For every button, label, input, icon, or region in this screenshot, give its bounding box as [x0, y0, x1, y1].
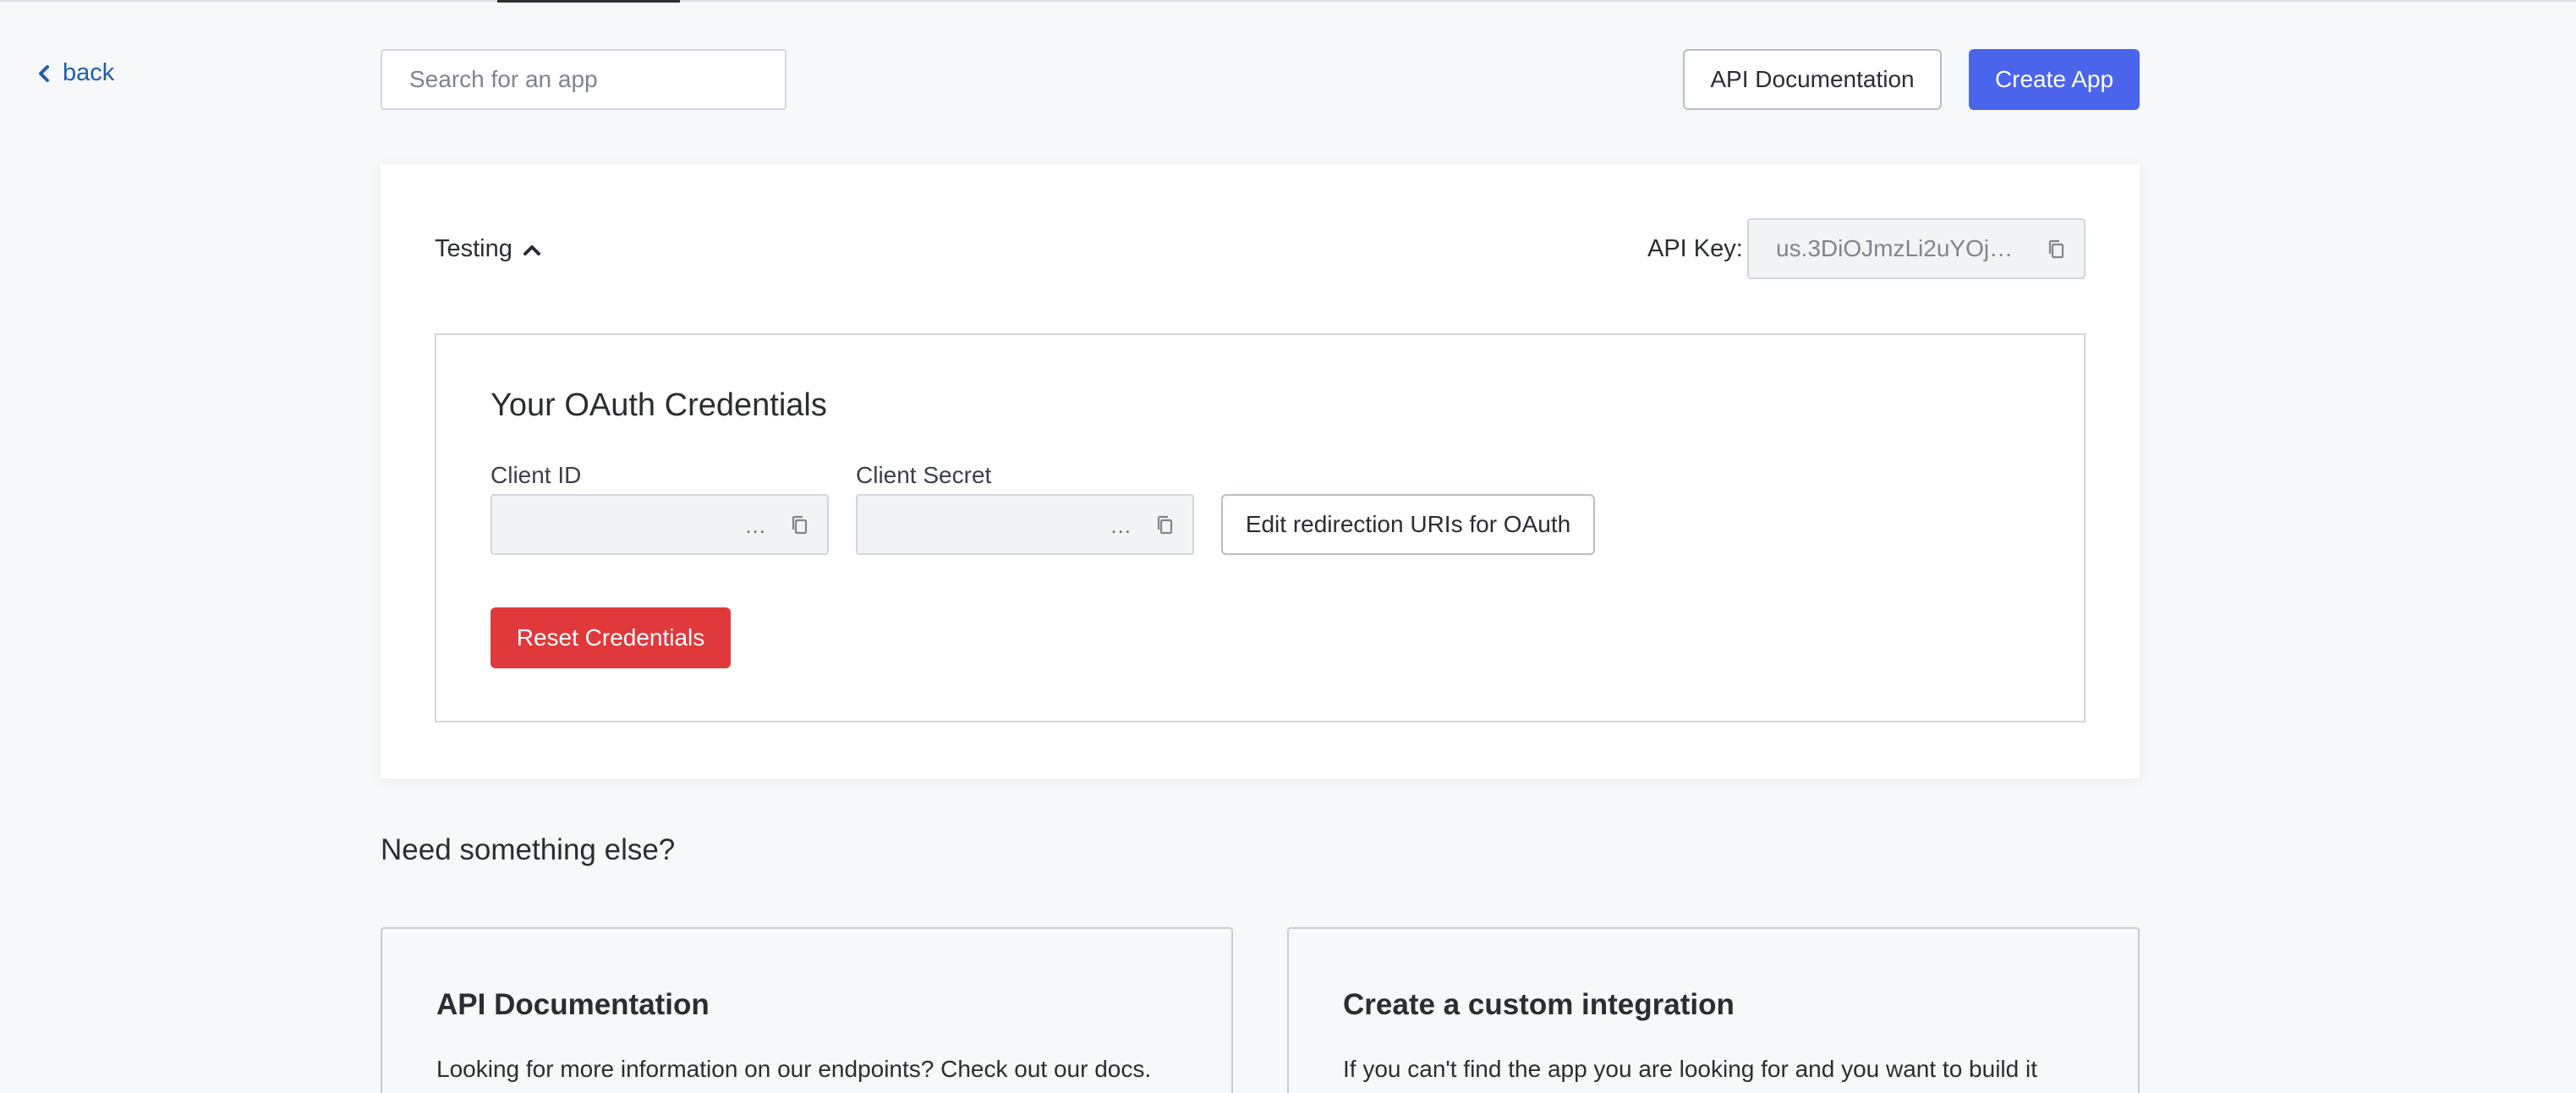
edit-redirection-uris-button[interactable]: Edit redirection URIs for OAuth	[1221, 494, 1595, 555]
custom-integration-card[interactable]: Create a custom integration If you can't…	[1287, 927, 2140, 1093]
client-secret-value: ...	[1110, 513, 1132, 538]
oauth-credentials-title: Your OAuth Credentials	[491, 387, 827, 423]
client-id-value: ...	[745, 513, 766, 538]
client-secret-field[interactable]: ...	[856, 494, 1194, 555]
copy-icon[interactable]	[2047, 239, 2065, 261]
environment-toggle[interactable]: Testing	[435, 235, 541, 263]
api-key-field[interactable]: us.3DiOJmzLi2uYOjWj...	[1747, 218, 2085, 279]
app-search-input[interactable]	[381, 49, 787, 110]
api-key-label: API Key:	[1647, 235, 1743, 262]
client-id-field[interactable]: ...	[491, 494, 829, 555]
reset-credentials-button[interactable]: Reset Credentials	[491, 607, 731, 668]
back-link[interactable]: back	[37, 59, 114, 87]
api-documentation-button[interactable]: API Documentation	[1683, 49, 1942, 110]
environment-label: Testing	[435, 235, 512, 262]
card-title: API Documentation	[436, 988, 710, 1021]
back-label: back	[63, 59, 115, 86]
chevron-up-icon	[523, 244, 540, 255]
card-text: Looking for more information on our endp…	[436, 1056, 1152, 1082]
api-documentation-card[interactable]: API Documentation Looking for more infor…	[381, 927, 1233, 1093]
app-card: Testing API Key: us.3DiOJmzLi2uYOjWj... …	[381, 164, 2140, 778]
top-divider	[0, 0, 2576, 2]
client-id-label: Client ID	[491, 462, 582, 488]
active-tab-indicator	[497, 0, 680, 3]
card-title: Create a custom integration	[1343, 988, 1735, 1021]
oauth-credentials-panel: Your OAuth Credentials Client ID ... Cli…	[435, 333, 2085, 722]
developer-apps-page: back API Documentation Create App Testin…	[0, 0, 2576, 1093]
copy-icon[interactable]	[790, 514, 808, 536]
api-key-value: us.3DiOJmzLi2uYOjWj...	[1776, 235, 2030, 261]
chevron-left-icon	[39, 64, 49, 82]
client-secret-label: Client Secret	[856, 462, 992, 488]
need-something-else-heading: Need something else?	[381, 833, 676, 866]
copy-icon[interactable]	[1155, 514, 1174, 536]
create-app-button[interactable]: Create App	[1969, 49, 2140, 110]
card-text: If you can't find the app you are lookin…	[1343, 1056, 2037, 1082]
